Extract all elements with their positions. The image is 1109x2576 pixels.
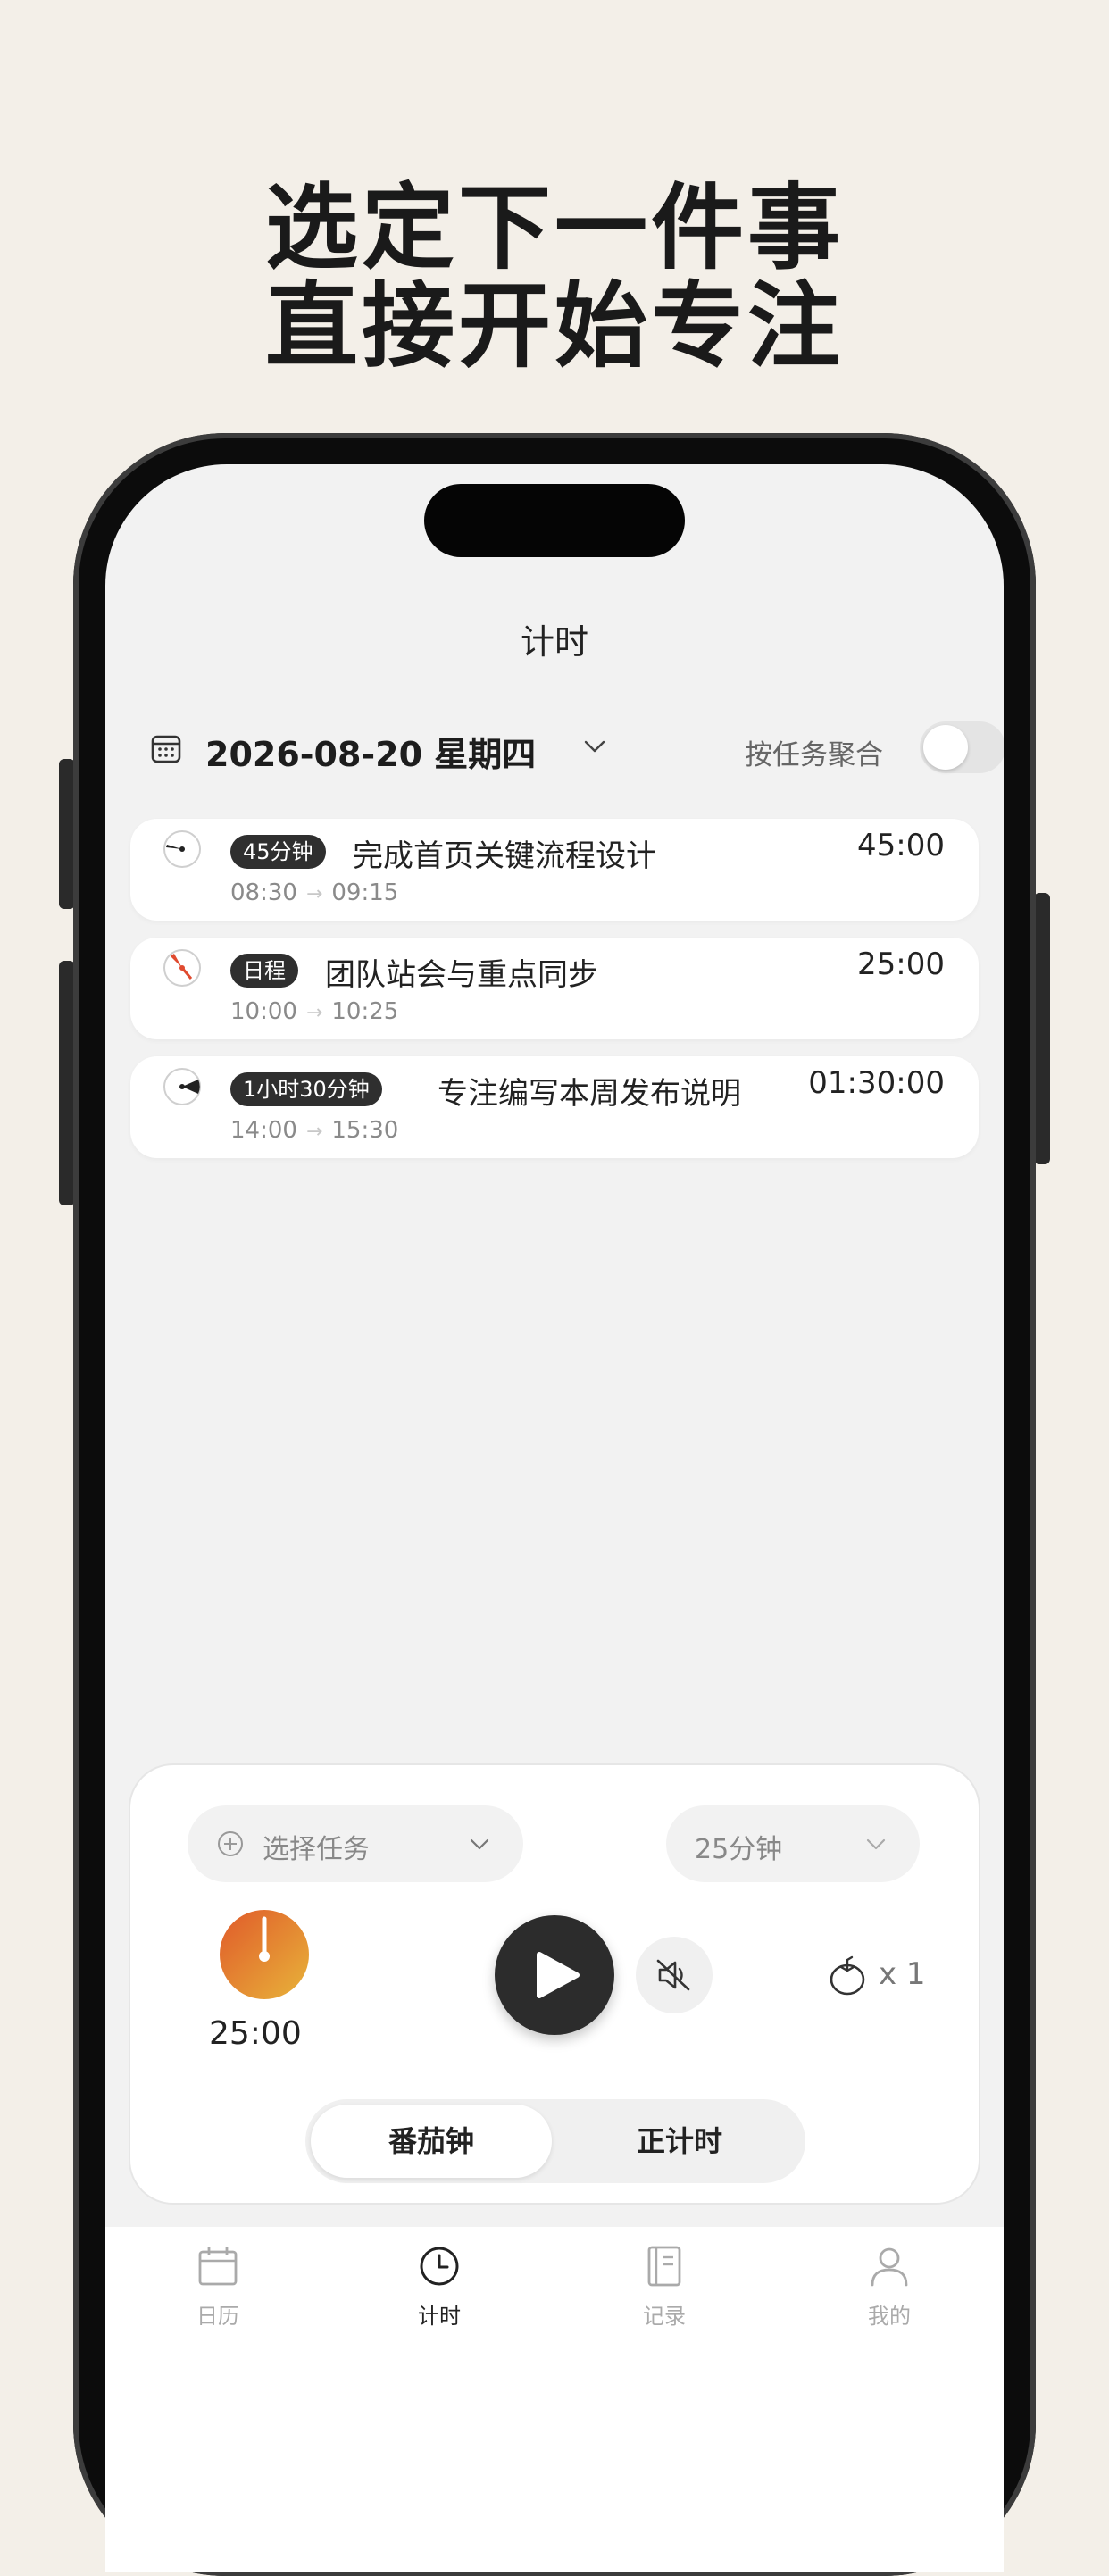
task-time-range: 14:00 → 15:30 [230,1117,398,1144]
user-icon [871,2247,908,2287]
timer-dial-icon [220,1910,309,1999]
tab-bar: 日历 计时 记录 我的 [105,2227,1004,2572]
notebook-icon [647,2246,681,2287]
calendar-icon [198,2247,238,2286]
tab-label: 我的 [868,2304,911,2329]
tab-calendar[interactable]: 日历 [105,2227,330,2352]
date-selector[interactable]: 2026-08-20 星期四 [205,727,536,776]
calendar-icon[interactable] [150,732,182,764]
mute-button[interactable] [636,1937,713,2013]
volume-mute-icon [656,1959,690,1991]
mode-stopwatch[interactable]: 正计时 [559,2105,800,2178]
play-button[interactable] [495,1915,614,2035]
dynamic-island [424,484,685,557]
arrow-right-icon: → [305,883,323,905]
task-card-3[interactable]: 1小时30分钟 专注编写本周发布说明 14:00 → 15:30 01:30:00 [130,1056,979,1158]
tab-label: 日历 [196,2304,239,2329]
task-dial-icon [163,1068,201,1105]
page-title: 计时 [520,622,588,662]
task-end-time: 09:15 [331,880,399,906]
chevron-down-icon[interactable] [584,739,605,754]
duration-dropdown[interactable]: 25分钟 [666,1805,920,1882]
task-end-time: 10:25 [331,998,399,1025]
tab-label: 记录 [643,2304,686,2329]
task-duration-badge: 1小时30分钟 [230,1072,382,1106]
task-card-2[interactable]: 日程 团队站会与重点同步 10:00 → 10:25 25:00 [130,938,979,1039]
task-time-range: 08:30 → 09:15 [230,880,398,906]
task-start-time: 14:00 [230,1117,297,1144]
task-card-1[interactable]: 45分钟 完成首页关键流程设计 08:30 → 09:15 45:00 [130,819,979,921]
task-title: 专注编写本周发布说明 [438,1076,741,1112]
task-duration: 25:00 [857,946,945,982]
tab-label: 计时 [418,2304,461,2329]
timer-mode-switch: 番茄钟 正计时 [305,2099,805,2183]
arrow-right-icon: → [305,1121,323,1143]
group-by-task-label: 按任务聚合 [745,739,883,771]
tab-me[interactable]: 我的 [777,2227,1002,2352]
task-dial-icon [163,830,201,868]
tomato-icon [830,1955,865,1996]
task-duration-badge: 45分钟 [230,835,326,869]
chevron-down-icon [470,1838,489,1850]
plus-circle-icon [218,1831,243,1856]
chevron-down-icon [866,1838,886,1850]
phone-power-button [1034,893,1050,1164]
task-duration: 01:30:00 [808,1065,945,1101]
task-start-time: 08:30 [230,880,297,906]
select-task-dropdown[interactable]: 选择任务 [188,1805,523,1882]
mode-pomodoro[interactable]: 番茄钟 [311,2105,552,2178]
group-by-task-toggle[interactable] [920,721,1004,773]
timer-panel: 选择任务 25分钟 25:00 x 1 番茄钟 正计时 [130,1765,979,2203]
toggle-knob [923,725,968,770]
task-dial-icon [163,949,201,987]
tomato-count: x 1 [879,1956,926,1992]
arrow-right-icon: → [305,1002,323,1024]
task-time-range: 10:00 → 10:25 [230,998,398,1025]
promo-headline: 选定下一件事 直接开始专注 [0,179,1109,375]
select-task-label: 选择任务 [263,1834,370,1865]
play-icon [537,1952,580,1998]
task-type-badge: 日程 [230,954,298,988]
tab-records[interactable]: 记录 [552,2227,777,2352]
headline-line-1: 选定下一件事 [264,173,844,282]
duration-value: 25分钟 [695,1834,783,1865]
date-bar: 2026-08-20 星期四 按任务聚合 [150,721,1004,776]
task-title: 完成首页关键流程设计 [353,838,656,874]
phone-screen: 计时 2026-08-20 星期四 按任务聚合 45分钟 完成首页关键流程设计 … [105,464,1004,2572]
task-duration: 45:00 [857,828,945,863]
tab-timer[interactable]: 计时 [327,2227,552,2352]
timer-remaining: 25:00 [209,2015,302,2052]
task-title: 团队站会与重点同步 [325,957,598,993]
task-start-time: 10:00 [230,998,297,1025]
task-end-time: 15:30 [331,1117,399,1144]
clock-icon [420,2247,459,2286]
headline-line-2: 直接开始专注 [264,271,844,380]
